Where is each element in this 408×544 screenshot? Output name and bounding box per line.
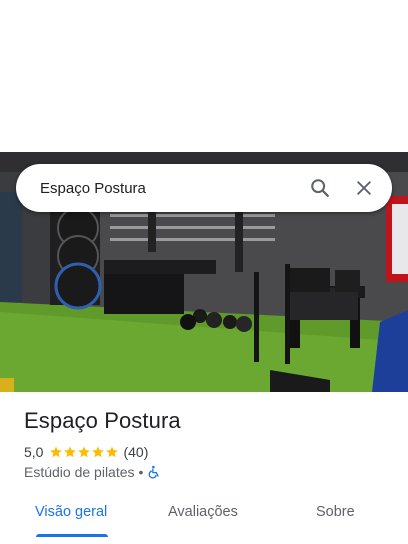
star-icon: [64, 446, 77, 458]
place-name: Espaço Postura: [24, 408, 181, 433]
search-icon: [311, 179, 329, 197]
search-input[interactable]: Espaço Postura: [40, 180, 298, 197]
place-tabs: Visão geral Avaliações Sobre: [0, 496, 408, 544]
active-tab-indicator: [36, 534, 108, 537]
rating-value: 5,0: [24, 444, 44, 460]
tab-overview[interactable]: Visão geral: [35, 504, 107, 520]
close-icon: [357, 181, 371, 195]
search-button[interactable]: [298, 164, 342, 212]
place-category: Estúdio de pilates: [24, 464, 135, 480]
category-row: Estúdio de pilates •: [24, 464, 392, 480]
star-icon: [92, 446, 105, 458]
star-icon: [106, 446, 119, 458]
tab-reviews[interactable]: Avaliações: [168, 504, 238, 520]
place-info: Espaço Postura 5,0 (40) Estúdio de pilat…: [24, 408, 392, 480]
review-count[interactable]: (40): [123, 444, 148, 460]
map-blank-area: [0, 0, 408, 152]
star-icon: [78, 446, 91, 458]
rating-row[interactable]: 5,0 (40): [24, 444, 392, 460]
clear-search-button[interactable]: [342, 164, 386, 212]
search-bar[interactable]: Espaço Postura: [16, 164, 392, 212]
tab-about[interactable]: Sobre: [316, 504, 355, 520]
star-icon: [50, 446, 63, 458]
separator-dot: •: [138, 464, 144, 480]
wheelchair-icon: [149, 465, 160, 479]
star-rating: [49, 445, 119, 459]
